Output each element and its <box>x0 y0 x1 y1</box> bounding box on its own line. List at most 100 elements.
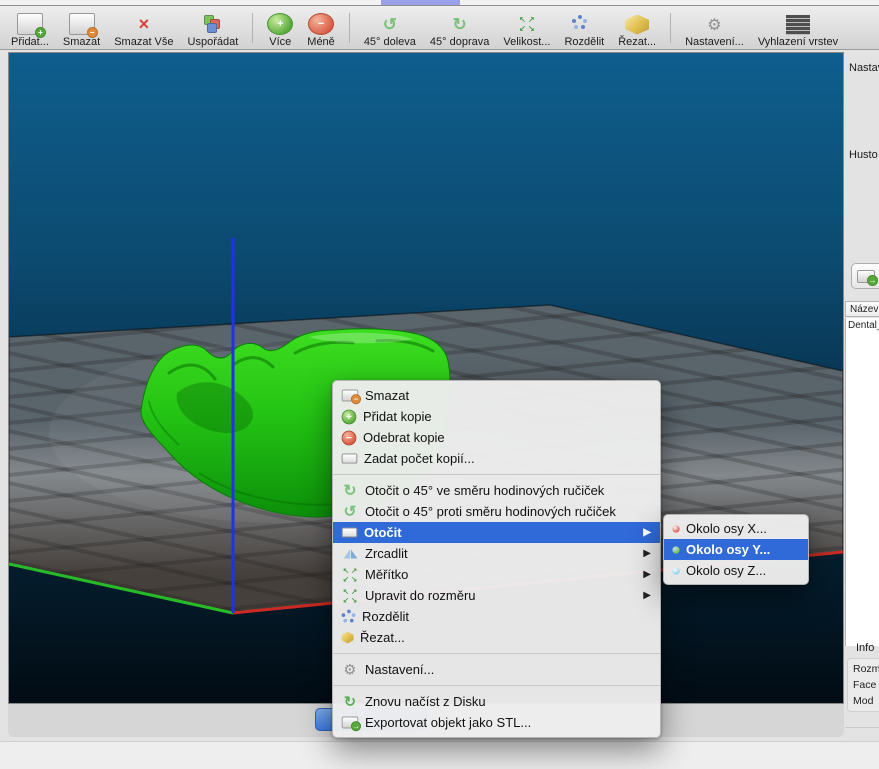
submenu-item-label: Okolo osy X... <box>686 521 799 536</box>
axis-dot-icon <box>672 525 679 532</box>
dot <box>350 619 354 623</box>
toolbar-button-pridat[interactable]: +Přidat... <box>4 8 56 48</box>
context-menu-item-rozdelit[interactable]: Rozdělit <box>333 606 660 627</box>
submenu-item-label: Okolo osy Z... <box>686 563 799 578</box>
menu-separator <box>333 474 660 475</box>
submenu-item-okolo-osy-y[interactable]: Okolo osy Y... <box>664 539 808 560</box>
context-menu-item-exportovat-objekt-jako-stl[interactable]: →Exportovat objekt jako STL... <box>333 712 660 733</box>
context-menu-item-nastaveni[interactable]: ⚙Nastavení... <box>333 659 660 680</box>
menu-item-label: Znovu načíst z Disku <box>365 694 651 709</box>
context-menu-item-odebrat-kopie[interactable]: −Odebrat kopie <box>333 427 660 448</box>
toolbar-button-nastaveni[interactable]: ⚙Nastavení... <box>678 8 751 48</box>
submenu-arrow-icon: ▶ <box>643 548 651 559</box>
menu-item-label: Řezat... <box>360 630 651 645</box>
object-table[interactable]: Dental_ <box>845 318 879 646</box>
toolbar-separator <box>349 13 350 43</box>
app-window: { "colors": { "highlight": "#2f6ad8", "t… <box>0 0 879 768</box>
badge: + <box>35 27 46 38</box>
white-rect-icon <box>342 527 358 537</box>
context-menu-item-zrcadlit[interactable]: Zrcadlit▶ <box>333 543 660 564</box>
toolbar-button-velikost[interactable]: ↖↗↙↘Velikost... <box>496 8 557 48</box>
submenu-arrow-icon: ▶ <box>643 569 651 580</box>
info-title: Info <box>856 642 874 654</box>
toolbar-button-smazat[interactable]: −Smazat <box>56 8 107 48</box>
toolbar-button-smazat-vse[interactable]: ×Smazat Vše <box>107 8 180 48</box>
context-menu-item-meritko[interactable]: ↖↗↙↘Měřítko▶ <box>333 564 660 585</box>
export-button[interactable]: → E <box>851 263 879 289</box>
window-bottom-area <box>0 741 879 769</box>
toolbar-button-label: Méně <box>307 36 335 48</box>
menu-item-label: Nastavení... <box>365 662 651 677</box>
scale-arrows-icon: ↖↗↙↘ <box>515 15 539 35</box>
split-dots-icon <box>572 15 596 35</box>
context-menu-item-otocit[interactable]: Otočit▶ <box>333 522 660 543</box>
toolbar-button-label: Smazat Vše <box>114 36 173 48</box>
sa: ↙ <box>518 24 527 33</box>
toolbar-button-label: Řezat... <box>618 36 656 48</box>
toolbar-button-rezat[interactable]: Řezat... <box>611 8 663 48</box>
submenu-arrow-icon: ▶ <box>643 527 651 538</box>
circle-minus-icon: − <box>342 430 357 445</box>
toolbar-button-label: Vyhlazení vrstev <box>758 36 838 48</box>
sa: ↗ <box>527 15 536 24</box>
print-settings-label: Nastav <box>849 62 879 74</box>
context-menu-item-rezat[interactable]: Řezat... <box>333 627 660 648</box>
context-menu-item-otocit-o-45-ve-smeru-hodinovych-rucicek[interactable]: ↻Otočit o 45° ve směru hodinových ručiče… <box>333 480 660 501</box>
sa: ↗ <box>350 588 358 596</box>
context-menu-item-otocit-o-45-proti-smeru-hodinovych-rucicek[interactable]: ↺Otočit o 45° proti směru hodinových ruč… <box>333 501 660 522</box>
sa: ↘ <box>350 596 358 604</box>
dot <box>581 25 585 29</box>
dot <box>574 25 578 29</box>
submenu-item-label: Okolo osy Y... <box>686 542 799 557</box>
tri <box>343 549 349 558</box>
box-minus-icon: − <box>69 13 95 35</box>
submenu-item-okolo-osy-z[interactable]: Okolo osy Z... <box>664 560 808 581</box>
dot <box>342 613 346 617</box>
sa: ↘ <box>527 24 536 33</box>
context-menu-item-znovu-nacist-z-disku[interactable]: ↻ Znovu načíst z Disku <box>333 691 660 712</box>
white-rect-icon <box>342 453 358 463</box>
context-menu-item-zadat-pocet-kopii[interactable]: Zadat počet kopií... <box>333 448 660 469</box>
toolbar-button-label: Více <box>269 36 291 48</box>
sa: ↗ <box>350 567 358 575</box>
badge: − <box>351 394 361 404</box>
toolbar-button-label: Přidat... <box>11 36 49 48</box>
object-table-row[interactable]: Dental_ <box>846 318 879 334</box>
axis-dot-icon <box>672 567 679 574</box>
box-plus-icon: + <box>17 13 43 35</box>
axis-dot-icon <box>672 546 679 553</box>
refresh-icon: ↻ <box>342 694 359 710</box>
circle-plus-icon: + <box>267 13 293 35</box>
sa: ↙ <box>342 596 350 604</box>
toolbar-button-label: Velikost... <box>503 36 550 48</box>
dot <box>583 19 587 23</box>
toolbar-button-label: Uspořádat <box>188 36 239 48</box>
toolbar-button-vice[interactable]: +Více <box>260 8 300 48</box>
toolbar-button-label: 45° doleva <box>364 36 416 48</box>
badge: − <box>87 27 98 38</box>
toolbar-button-usporadat[interactable]: Uspořádat <box>181 8 246 48</box>
context-menu-item-pridat-kopie[interactable]: +Přidat kopie <box>333 406 660 427</box>
menu-item-label: Upravit do rozměru <box>365 588 635 603</box>
circle-plus-icon: + <box>342 409 357 424</box>
tri <box>350 549 356 558</box>
toolbar-button-45-doleva[interactable]: ↺45° doleva <box>357 8 423 48</box>
info-box: RozmFaceMod <box>847 658 879 712</box>
layers-icon <box>786 15 810 35</box>
submenu-item-okolo-osy-x[interactable]: Okolo osy X... <box>664 518 808 539</box>
info-row: Rozm <box>853 661 879 677</box>
infill-density-label: Husto <box>849 149 878 161</box>
toolbar-button-45-doprava[interactable]: ↻45° doprava <box>423 8 496 48</box>
menu-item-label: Smazat <box>365 388 651 403</box>
toolbar-separator <box>670 13 671 43</box>
menu-separator <box>333 685 660 686</box>
sa: ↖ <box>342 588 350 596</box>
dot <box>347 610 351 614</box>
context-menu-item-upravit-do-rozmeru[interactable]: ↖↗↙↘Upravit do rozměru▶ <box>333 585 660 606</box>
toolbar-button-rozdelit[interactable]: Rozdělit <box>557 8 611 48</box>
rotate-submenu: Okolo osy X... Okolo osy Y... Okolo osy Z.… <box>663 514 809 585</box>
context-menu-item-smazat[interactable]: −Smazat <box>333 385 660 406</box>
scale-arrows-icon: ↖↗↙↘ <box>342 567 359 583</box>
toolbar-button-vyhlazeni-vrstev[interactable]: Vyhlazení vrstev <box>751 8 845 48</box>
toolbar-button-mene[interactable]: −Méně <box>300 8 342 48</box>
